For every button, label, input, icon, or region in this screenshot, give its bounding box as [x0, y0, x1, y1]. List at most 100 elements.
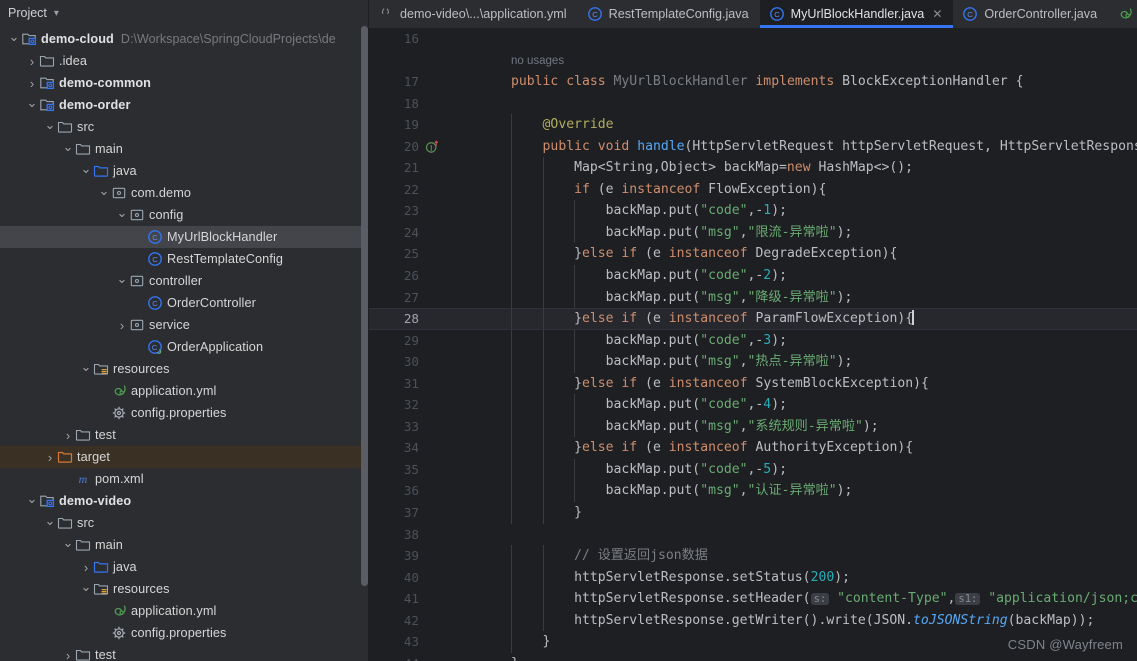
tree-item-config-properties[interactable]: config.properties — [0, 622, 369, 644]
code-line[interactable]: 19 @Override — [369, 114, 1137, 136]
code-line[interactable]: 35 backMap.put("code",-5); — [369, 458, 1137, 481]
usage-inlay-hint[interactable]: no usages — [369, 50, 1137, 72]
tree-item-orderapplication[interactable]: C OrderApplication — [0, 336, 369, 358]
tree-item-src[interactable]: src — [0, 512, 369, 534]
tree-item-resources[interactable]: resources — [0, 578, 369, 600]
code-line[interactable]: 36 backMap.put("msg","认证-异常啦"); — [369, 480, 1137, 503]
code-line[interactable]: 27 backMap.put("msg","降级-异常啦"); — [369, 286, 1137, 309]
editor-tab-resttemplateconfig-java[interactable]: C RestTemplateConfig.java — [578, 0, 760, 28]
tree-item-demo-video[interactable]: demo-video — [0, 490, 369, 512]
project-tree[interactable]: demo-cloud D:\Workspace\SpringCloudProjec… — [0, 26, 369, 661]
line-number: 23 — [403, 203, 419, 219]
code-line[interactable]: 34 }else if (e instanceof AuthorityExcep… — [369, 437, 1137, 459]
tree-item-config[interactable]: config — [0, 204, 369, 226]
tree-item-service[interactable]: service — [0, 314, 369, 336]
tree-item-idea[interactable]: .idea — [0, 50, 369, 72]
svg-text:C: C — [152, 255, 158, 264]
chevron-right-icon[interactable] — [116, 319, 128, 332]
code-line[interactable]: 37 } — [369, 502, 1137, 524]
code-line[interactable]: 40 httpServletResponse.setStatus(200); — [369, 566, 1137, 589]
tree-item-test[interactable]: test — [0, 424, 369, 446]
tree-item-demo-common[interactable]: demo-common — [0, 72, 369, 94]
code-text: Map<String,Object> backMap=new HashMap<>… — [511, 160, 914, 176]
tree-item-myurlblockhandler[interactable]: C MyUrlBlockHandler — [0, 226, 369, 248]
chevron-down-icon[interactable] — [26, 99, 38, 112]
code-text: backMap.put("msg","限流-异常啦"); — [511, 224, 853, 240]
code-line[interactable]: 32 backMap.put("code",-4); — [369, 394, 1137, 416]
code-line[interactable]: 42 httpServletResponse.getWriter().write… — [369, 609, 1137, 632]
chevron-right-icon[interactable] — [26, 77, 38, 90]
chevron-down-icon[interactable] — [44, 121, 56, 134]
editor-tab-demo-video-application-yml[interactable]: demo-video\...\application.yml — [369, 0, 578, 28]
chevron-right-icon[interactable] — [62, 429, 74, 442]
implementing-method-marker[interactable]: I — [425, 139, 440, 154]
tree-item-pom-xml[interactable]: m pom.xml — [0, 468, 369, 490]
tree-item-java[interactable]: java — [0, 160, 369, 182]
project-tool-window-header[interactable]: Project ▾ — [0, 0, 369, 26]
chevron-down-icon[interactable] — [26, 495, 38, 508]
chevron-right-icon[interactable] — [44, 451, 56, 464]
chevron-down-icon[interactable] — [116, 209, 128, 222]
code-line[interactable]: 41 httpServletResponse.setHeader(s: "con… — [369, 588, 1137, 610]
tree-item-java[interactable]: java — [0, 556, 369, 578]
code-line[interactable]: 21 Map<String,Object> backMap=new HashMa… — [369, 157, 1137, 179]
chevron-down-icon[interactable] — [8, 33, 20, 46]
tree-item-test[interactable]: test — [0, 644, 369, 661]
folder-icon — [56, 515, 73, 531]
line-number: 19 — [403, 117, 419, 133]
editor-tab-de[interactable]: de — [1108, 0, 1137, 28]
tree-item-resttemplateconfig[interactable]: C RestTemplateConfig — [0, 248, 369, 270]
sidebar-scrollbar[interactable] — [361, 26, 368, 586]
code-line[interactable]: 44} — [369, 653, 1137, 661]
code-line[interactable]: 24 backMap.put("msg","限流-异常啦"); — [369, 221, 1137, 244]
chevron-down-icon[interactable] — [80, 583, 92, 596]
code-line[interactable]: 39 // 设置返回json数据 — [369, 545, 1137, 567]
tree-item-ordercontroller[interactable]: C OrderController — [0, 292, 369, 314]
code-line[interactable]: 20 public void handle(HttpServletRequest… — [369, 135, 1137, 158]
tree-item-target[interactable]: target — [0, 446, 369, 468]
tree-item-config-properties[interactable]: config.properties — [0, 402, 369, 424]
tree-item-com-demo[interactable]: com.demo — [0, 182, 369, 204]
code-line[interactable]: 25 }else if (e instanceof DegradeExcepti… — [369, 243, 1137, 266]
tree-item-src[interactable]: src — [0, 116, 369, 138]
close-icon[interactable]: ✕ — [932, 7, 942, 21]
chevron-right-icon[interactable] — [80, 561, 92, 574]
chevron-down-icon[interactable] — [98, 187, 110, 200]
chevron-down-icon[interactable] — [80, 165, 92, 178]
code-text: }else if (e instanceof AuthorityExceptio… — [511, 440, 914, 456]
tree-item-application-yml[interactable]: application.yml — [0, 600, 369, 622]
code-lines[interactable]: 16 no usages 17 public class MyUrlBlockHand… — [369, 28, 1137, 661]
code-line[interactable]: 22 if (e instanceof FlowException){ — [369, 178, 1137, 201]
code-line[interactable]: 33 backMap.put("msg","系统规则-异常啦"); — [369, 415, 1137, 438]
code-line[interactable]: 38 — [369, 524, 1137, 546]
editor-tab-myurlblockhandler-java[interactable]: C MyUrlBlockHandler.java ✕ — [759, 0, 954, 28]
tree-item-application-yml[interactable]: application.yml — [0, 380, 369, 402]
chevron-down-icon[interactable] — [116, 275, 128, 288]
tree-item-demo-order[interactable]: demo-order — [0, 94, 369, 116]
chevron-right-icon[interactable] — [26, 55, 38, 68]
chevron-down-icon[interactable] — [80, 363, 92, 376]
code-line[interactable]: 17 public class MyUrlBlockHandler impleme… — [369, 71, 1137, 93]
chevron-down-icon[interactable] — [62, 143, 74, 156]
code-line[interactable]: 18 — [369, 93, 1137, 115]
editor-tab-bar[interactable]: demo-video\...\application.yml C RestTempl… — [369, 0, 1137, 28]
tree-item-resources[interactable]: resources — [0, 358, 369, 380]
chevron-right-icon[interactable] — [62, 649, 74, 661]
tree-item-label: demo-common — [59, 76, 152, 90]
tree-item-main[interactable]: main — [0, 534, 369, 556]
code-line[interactable]: 30 backMap.put("msg","热点-异常啦"); — [369, 351, 1137, 373]
editor-tab-ordercontroller-java[interactable]: C OrderController.java — [953, 0, 1108, 28]
code-line[interactable]: 29 backMap.put("code",-3); — [369, 329, 1137, 352]
code-line[interactable]: 16 — [369, 28, 1137, 50]
code-line[interactable]: 31 }else if (e instanceof SystemBlockExc… — [369, 372, 1137, 395]
chevron-down-icon[interactable] — [44, 517, 56, 530]
tree-item-demo-cloud[interactable]: demo-cloud D:\Workspace\SpringCloudProjec… — [0, 28, 369, 50]
code-editor[interactable]: 16 no usages 17 public class MyUrlBlockHand… — [369, 28, 1137, 661]
code-line[interactable]: 23 backMap.put("code",-1); — [369, 200, 1137, 222]
chevron-down-icon[interactable]: ▾ — [54, 9, 59, 19]
code-line[interactable]: 26 backMap.put("code",-2); — [369, 265, 1137, 287]
tree-item-main[interactable]: main — [0, 138, 369, 160]
chevron-down-icon[interactable] — [62, 539, 74, 552]
code-line[interactable]: 28 }else if (e instanceof ParamFlowExcep… — [369, 308, 1137, 330]
tree-item-controller[interactable]: controller — [0, 270, 369, 292]
